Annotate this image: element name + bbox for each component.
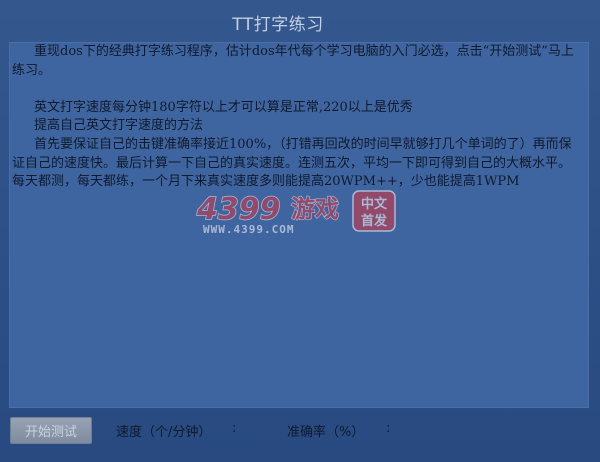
- bottom-control-bar: 开始测试 速度（个/分钟） : 准确率（%） :: [0, 408, 600, 462]
- method-heading: 提高自己英文打字速度的方法: [34, 118, 204, 134]
- watermark-url: WWW.4399.COM: [203, 223, 294, 236]
- watermark-badge-line1: 中文: [361, 196, 388, 212]
- watermark-badge-line2: 首发: [361, 213, 388, 229]
- speed-value: :: [232, 421, 237, 436]
- typing-practice-window: TT打字练习 重现dos下的经典打字练习程序，估计dos年代每个学习电脑的入门必…: [0, 0, 600, 462]
- watermark-brand: 4399: [196, 192, 281, 227]
- method-paragraph: 首先要保证自己的击键准确率接近100%，（打错再回改的时间早就够打几个单词的了）…: [12, 136, 572, 190]
- speed-standard-paragraph: 英文打字速度每分钟180字符以上才可以算是正常,220以上是优秀: [34, 99, 413, 115]
- watermark-game-text: 游戏: [291, 195, 339, 223]
- accuracy-label: 准确率（%）: [287, 425, 365, 440]
- 4399-watermark-logo: 4399 游戏 WWW.4399.COM 中文 首发: [195, 188, 400, 238]
- intro-paragraph: 重现dos下的经典打字练习程序，估计dos年代每个学习电脑的入门必选，点击“开始…: [12, 44, 574, 78]
- speed-label: 速度（个/分钟）: [116, 425, 212, 440]
- start-test-button[interactable]: 开始测试: [10, 417, 92, 444]
- accuracy-value: :: [386, 421, 391, 436]
- watermark-svg: 4399 游戏 WWW.4399.COM 中文 首发: [195, 190, 396, 236]
- app-title: TT打字练习: [232, 15, 324, 35]
